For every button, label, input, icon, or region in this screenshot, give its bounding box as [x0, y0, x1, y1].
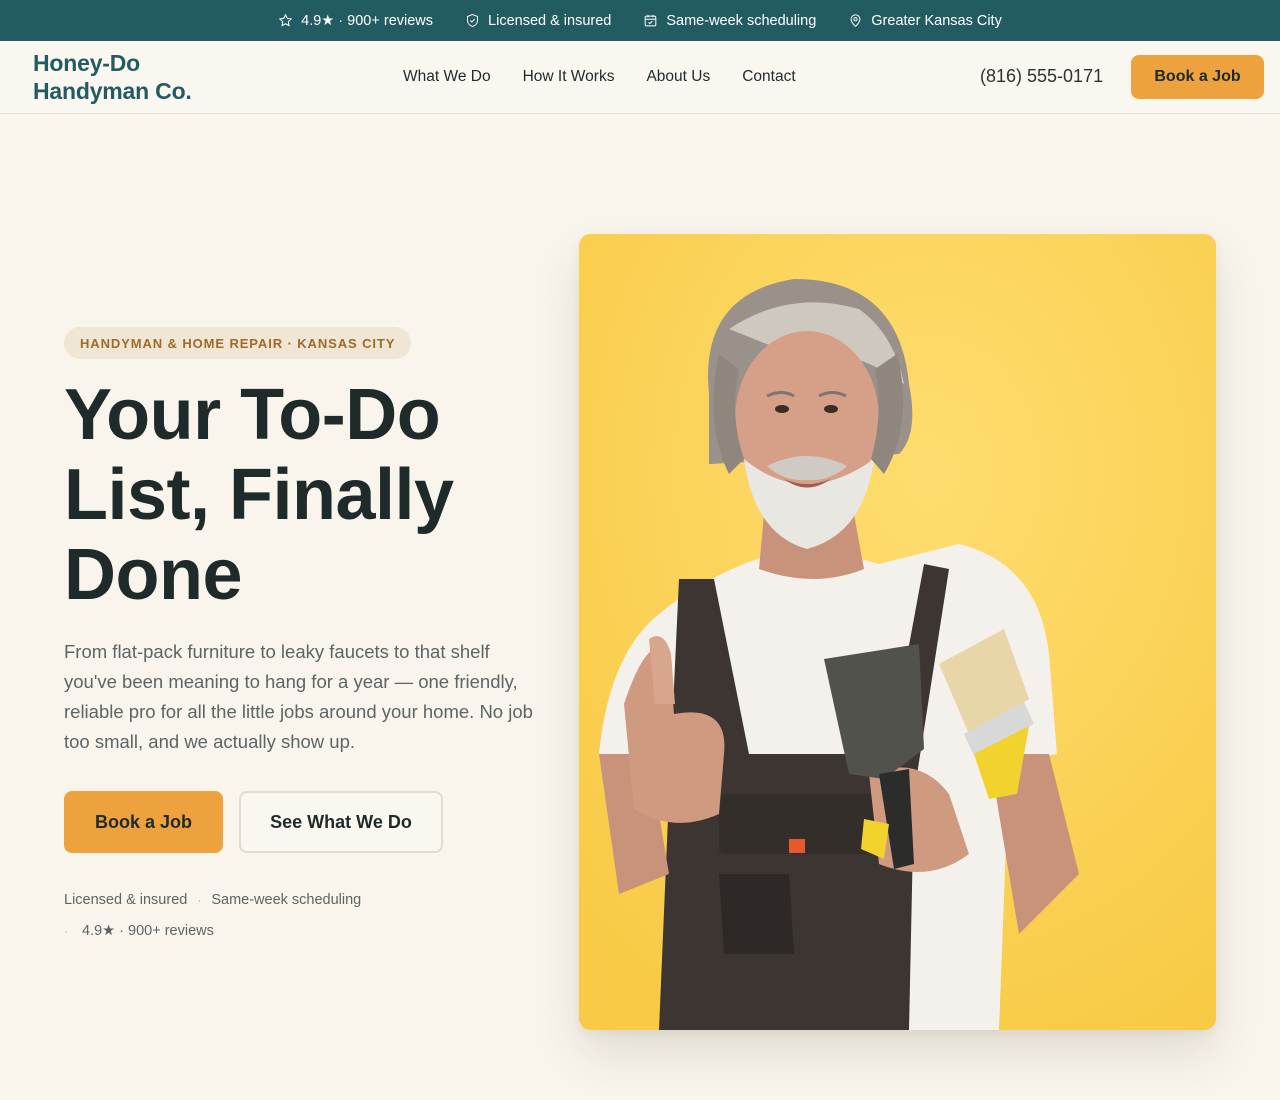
header-book-job-button[interactable]: Book a Job	[1131, 55, 1264, 99]
top-info-bar: 4.9★ · 900+ reviews Licensed & insured S…	[0, 0, 1280, 41]
headline-line-3: Done	[64, 535, 243, 615]
headline-line-1: Your To-Do	[64, 375, 441, 455]
hero-book-job-button[interactable]: Book a Job	[64, 791, 223, 853]
headline-line-2: List, Finally	[64, 455, 454, 535]
calendar-icon	[645, 14, 657, 27]
topbar-scheduling-label: Same-week scheduling	[666, 12, 817, 29]
logo-line-2: Handyman Co.	[33, 78, 192, 104]
hero-headline: Your To-Do List, Finally Done	[64, 375, 544, 615]
trust-row-2: · 4.9★ · 900+ reviews	[64, 916, 424, 947]
logo-line-1: Honey-Do	[33, 50, 141, 76]
main-nav: What We Do How It Works About Us Contact	[403, 68, 796, 86]
trust-row-1: Licensed & insured · Same-week schedulin…	[64, 885, 424, 916]
topbar-location-label: Greater Kansas City	[871, 12, 1002, 29]
star-icon	[278, 13, 293, 27]
trust-scheduling: Same-week scheduling	[211, 892, 362, 908]
topbar-licensed: Licensed & insured	[465, 13, 611, 29]
trust-signals: Licensed & insured · Same-week schedulin…	[64, 885, 424, 947]
nav-what-we-do[interactable]: What We Do	[403, 68, 491, 86]
trust-licensed: Licensed & insured	[64, 892, 188, 908]
map-pin-icon	[850, 14, 861, 28]
shield-icon	[467, 14, 479, 27]
phone-number-link[interactable]: (816) 555-0171	[980, 66, 1103, 87]
nav-about-us[interactable]: About Us	[646, 68, 710, 86]
hero-description: From flat-pack furniture to leaky faucet…	[64, 641, 533, 752]
separator-dot: ·	[64, 924, 68, 938]
handyman-photo-illustration	[579, 234, 1216, 1030]
topbar-rating-label: 4.9★ · 900+ reviews	[301, 12, 434, 29]
nav-how-it-works[interactable]: How It Works	[523, 68, 615, 86]
nav-contact[interactable]: Contact	[742, 68, 795, 86]
separator-dot: ·	[197, 893, 202, 907]
topbar-scheduling: Same-week scheduling	[643, 13, 816, 29]
hero-image	[579, 234, 1216, 1030]
hero-eyebrow-badge: HANDYMAN & HOME REPAIR · KANSAS CITY	[64, 327, 412, 359]
brand-logo[interactable]: Honey-Do Handyman Co.	[33, 49, 192, 105]
topbar-licensed-label: Licensed & insured	[488, 12, 612, 29]
see-what-we-do-button[interactable]: See What We Do	[239, 791, 443, 853]
topbar-location: Greater Kansas City	[848, 13, 1002, 29]
topbar-rating: 4.9★ · 900+ reviews	[278, 13, 433, 29]
site-header: Honey-Do Handyman Co. What We Do How It …	[0, 41, 1280, 114]
trust-rating: 4.9★ · 900+ reviews	[82, 923, 214, 939]
